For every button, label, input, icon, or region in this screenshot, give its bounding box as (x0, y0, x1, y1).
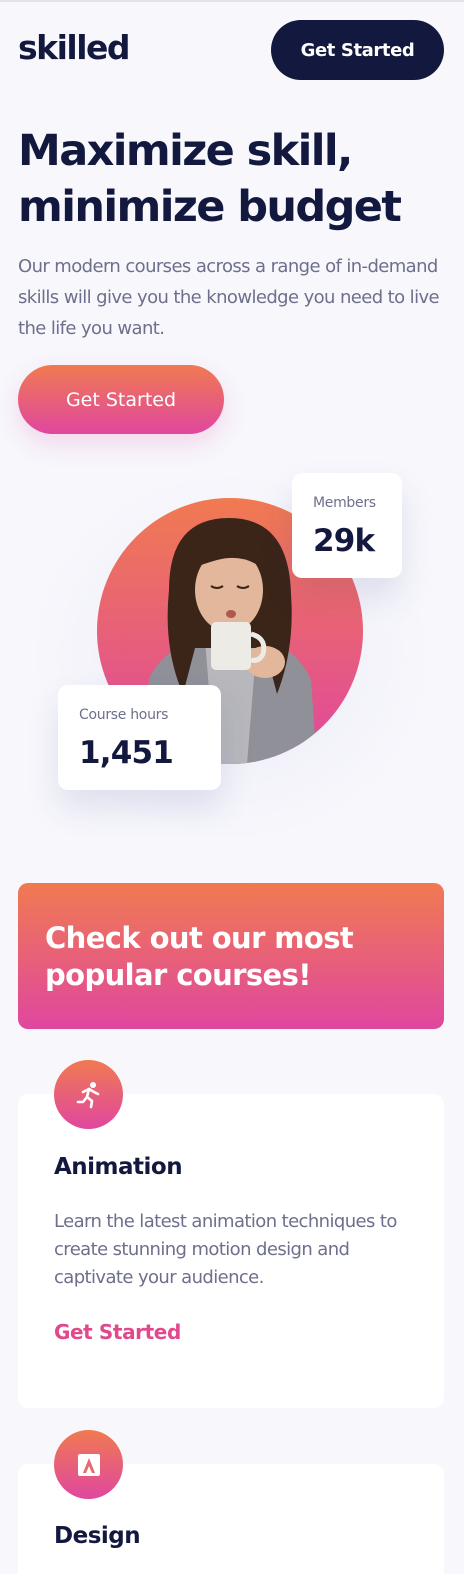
course-description: Learn the latest animation techniques to… (54, 1211, 397, 1288)
course-title: Design (54, 1523, 141, 1549)
hero-description: Our modern courses across a range of in-… (18, 256, 440, 339)
course-hours-stat-card: Course hours 1,451 (58, 685, 221, 790)
members-value: 29k (313, 523, 375, 559)
design-icon (54, 1430, 123, 1499)
course-get-started-link[interactable]: Get Started (54, 1320, 181, 1344)
running-person-icon (54, 1060, 123, 1129)
design-glyph (77, 1453, 100, 1476)
hero-title: Maximize skill, minimize budget (18, 126, 402, 232)
course-card-animation: Animation Learn the latest animation tec… (18, 1094, 444, 1408)
hero-get-started-button[interactable]: Get Started (18, 365, 224, 434)
running-person-glyph (76, 1081, 99, 1108)
logo[interactable]: skilled (18, 28, 131, 67)
header-get-started-button[interactable]: Get Started (271, 20, 444, 80)
course-hours-label: Course hours (79, 707, 169, 723)
popular-courses-banner: Check out our most popular courses! (18, 883, 444, 1029)
course-hours-value: 1,451 (79, 735, 174, 771)
popular-courses-title: Check out our most popular courses! (45, 921, 354, 992)
members-label: Members (313, 495, 376, 511)
site-header: skilled Get Started (18, 20, 444, 80)
top-border (0, 0, 464, 2)
course-title: Animation (54, 1154, 183, 1180)
members-stat-card: Members 29k (292, 473, 402, 578)
